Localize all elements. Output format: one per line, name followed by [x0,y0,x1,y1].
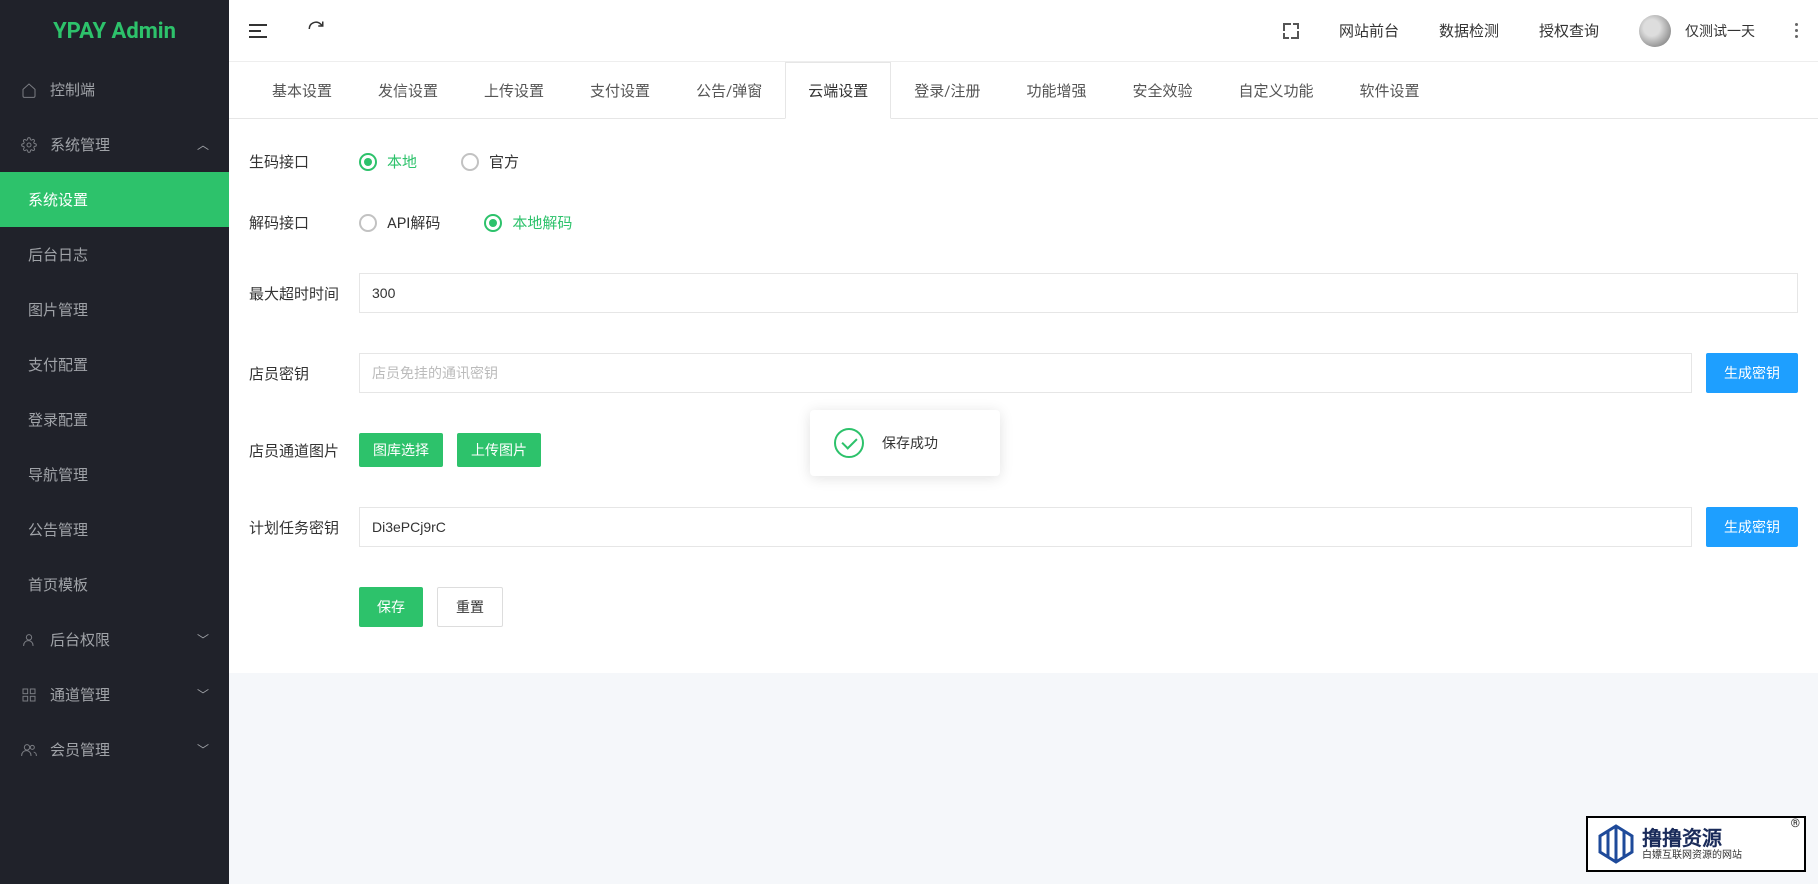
timeout-input[interactable] [359,273,1798,313]
chevron-down-icon: ﹀ [197,631,209,648]
avatar [1639,15,1671,47]
sidebar-item-label: 公告管理 [28,519,88,540]
sidebar-collapse-button[interactable] [249,24,267,38]
settings-tabs: 基本设置 发信设置 上传设置 支付设置 公告/弹窗 云端设置 登录/注册 功能增… [229,62,1818,119]
header-link-frontend[interactable]: 网站前台 [1339,20,1399,41]
sidebar-item-logs[interactable]: 后台日志 [0,227,229,282]
label-code-api: 生码接口 [249,151,359,172]
tab-enhance[interactable]: 功能增强 [1003,62,1109,119]
refresh-button[interactable] [307,20,325,42]
tab-basic[interactable]: 基本设置 [249,62,355,119]
watermark-icon [1596,824,1636,864]
radio-decode-local[interactable]: 本地解码 [484,212,572,233]
label-decode-api: 解码接口 [249,212,359,233]
sidebar-item-members[interactable]: 会员管理 ﹀ [0,722,229,777]
success-toast: 保存成功 [810,410,1000,476]
label-task-key: 计划任务密钥 [249,517,359,538]
tab-upload[interactable]: 上传设置 [461,62,567,119]
sidebar: YPAY Admin 控制端 系统管理 ︿ 系统设置 后台日志 图片管理 支付配… [0,0,229,884]
sidebar-item-label: 控制端 [50,79,95,100]
gallery-select-button[interactable]: 图库选择 [359,433,443,467]
tab-notice[interactable]: 公告/弹窗 [673,62,785,119]
tab-cloud[interactable]: 云端设置 [785,62,891,119]
sidebar-item-console[interactable]: 控制端 [0,62,229,117]
brand-logo: YPAY Admin [0,0,229,62]
sidebar-item-login[interactable]: 登录配置 [0,392,229,447]
tab-pay[interactable]: 支付设置 [567,62,673,119]
sidebar-item-label: 通道管理 [50,684,110,705]
label-timeout: 最大超时时间 [249,283,359,304]
username: 仅测试一天 [1685,21,1755,41]
label-channel-img: 店员通道图片 [249,440,359,461]
tab-software[interactable]: 软件设置 [1337,62,1443,119]
radio-icon [359,153,377,171]
radio-decode-api[interactable]: API解码 [359,212,440,233]
header-link-datacheck[interactable]: 数据检测 [1439,20,1499,41]
radio-code-local[interactable]: 本地 [359,151,417,172]
fullscreen-button[interactable] [1283,23,1299,39]
toast-message: 保存成功 [882,433,938,453]
radio-icon [359,214,377,232]
sidebar-item-images[interactable]: 图片管理 [0,282,229,337]
sidebar-item-label: 会员管理 [50,739,110,760]
sidebar-item-label: 支付配置 [28,354,88,375]
user-menu[interactable]: 仅测试一天 [1639,15,1755,47]
more-menu-button[interactable] [1795,23,1798,38]
sidebar-item-system[interactable]: 系统管理 ︿ [0,117,229,172]
upload-image-button[interactable]: 上传图片 [457,433,541,467]
label-clerk-key: 店员密钥 [249,363,359,384]
task-key-input[interactable] [359,507,1692,547]
clerk-key-input[interactable] [359,353,1692,393]
settings-form: 生码接口 本地 官方 解码接口 API解码 本地解码 [229,119,1818,673]
users-icon [20,742,38,758]
sidebar-item-label: 系统管理 [50,134,110,155]
header: 网站前台 数据检测 授权查询 仅测试一天 [229,0,1818,62]
tab-security[interactable]: 安全效验 [1110,62,1216,119]
radio-code-official[interactable]: 官方 [461,151,519,172]
sidebar-item-announce[interactable]: 公告管理 [0,502,229,557]
chevron-up-icon: ︿ [197,136,209,153]
sidebar-item-label: 导航管理 [28,464,88,485]
sidebar-item-permissions[interactable]: 后台权限 ﹀ [0,612,229,667]
reset-button[interactable]: 重置 [437,587,503,627]
check-circle-icon [834,428,864,458]
radio-icon [461,153,479,171]
sidebar-item-channel[interactable]: 通道管理 ﹀ [0,667,229,722]
sidebar-item-template[interactable]: 首页模板 [0,557,229,612]
sidebar-item-label: 登录配置 [28,409,88,430]
sidebar-item-system-settings[interactable]: 系统设置 [0,172,229,227]
sidebar-item-label: 后台日志 [28,244,88,265]
registered-icon: ® [1791,816,1800,830]
generate-task-key-button[interactable]: 生成密钥 [1706,507,1798,547]
generate-clerk-key-button[interactable]: 生成密钥 [1706,353,1798,393]
sidebar-item-nav[interactable]: 导航管理 [0,447,229,502]
user-icon [20,632,38,648]
watermark-title: 撸撸资源 [1642,826,1742,850]
watermark-subtitle: 白嫖互联网资源的网站 [1642,850,1742,862]
tab-mail[interactable]: 发信设置 [355,62,461,119]
watermark: 撸撸资源 白嫖互联网资源的网站 ® [1586,816,1806,872]
tab-login[interactable]: 登录/注册 [891,62,1003,119]
sidebar-item-label: 首页模板 [28,574,88,595]
tab-custom[interactable]: 自定义功能 [1216,62,1337,119]
sidebar-item-payment[interactable]: 支付配置 [0,337,229,392]
grid-icon [20,687,38,703]
header-link-authquery[interactable]: 授权查询 [1539,20,1599,41]
sidebar-item-label: 后台权限 [50,629,110,650]
radio-icon [484,214,502,232]
sidebar-item-label: 系统设置 [28,189,88,210]
sidebar-item-label: 图片管理 [28,299,88,320]
chevron-down-icon: ﹀ [197,686,209,703]
chevron-down-icon: ﹀ [197,741,209,758]
save-button[interactable]: 保存 [359,587,423,627]
home-icon [20,82,38,98]
gear-icon [20,137,38,153]
